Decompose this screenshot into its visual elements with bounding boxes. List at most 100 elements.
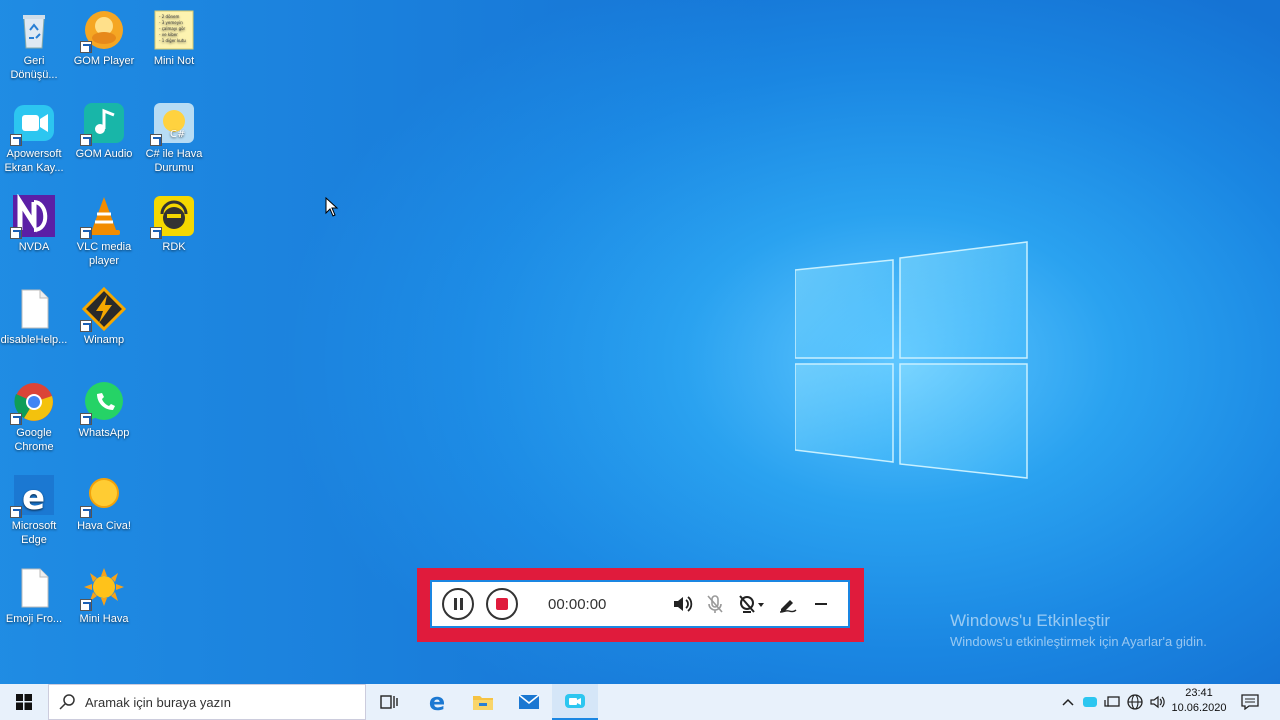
desktop-icon-vlc[interactable]: VLC media player <box>70 194 138 268</box>
icon-label: Hava Civa! <box>77 520 131 532</box>
pause-button[interactable] <box>442 588 474 620</box>
tray-language-button[interactable] <box>1124 684 1146 720</box>
task-view-button[interactable] <box>366 684 412 720</box>
webcam-button[interactable] <box>738 594 766 620</box>
windows-start-icon <box>16 694 32 710</box>
icon-label: RDK <box>162 241 186 253</box>
edge-icon: e <box>10 473 56 518</box>
desktop-icon-microsoft-edge[interactable]: e Microsoft Edge <box>0 473 68 547</box>
weather-app-icon: C# <box>150 101 196 146</box>
tray-recorder-button[interactable] <box>1080 684 1100 720</box>
icon-label: Google Chrome <box>14 427 54 453</box>
task-view-icon <box>380 695 398 709</box>
desktop-icon-whatsapp[interactable]: WhatsApp <box>70 380 138 440</box>
icon-label: disableHelp... <box>0 334 68 346</box>
stop-button[interactable] <box>486 588 518 620</box>
file-icon <box>12 566 56 610</box>
svg-text:- ve kiber: - ve kiber <box>159 32 178 37</box>
edge-icon: e <box>428 688 446 716</box>
shortcut-arrow-icon <box>80 599 92 611</box>
shortcut-arrow-icon <box>80 41 92 53</box>
taskbar-edge-button[interactable]: e <box>414 684 460 720</box>
icon-label: GOM Player <box>73 55 135 67</box>
shortcut-arrow-icon <box>150 134 162 146</box>
desktop-icon-gom-player[interactable]: GOM Player <box>70 8 138 68</box>
screen-recorder-icon <box>10 101 56 146</box>
desktop-icon-winamp[interactable]: Winamp <box>70 287 138 347</box>
show-hidden-icons-button[interactable] <box>1058 684 1078 720</box>
icon-label: C# ile Hava Durumu <box>145 148 203 174</box>
windows-logo-wallpaper <box>794 240 1030 480</box>
shortcut-arrow-icon <box>150 227 162 239</box>
icon-label: WhatsApp <box>78 427 130 439</box>
icon-label: Winamp <box>83 334 125 346</box>
shortcut-arrow-icon <box>80 134 92 146</box>
sun-rays-icon <box>80 566 126 611</box>
microphone-muted-icon <box>707 595 723 613</box>
tablet-mode-icon <box>1104 696 1120 707</box>
svg-text:- 1 diğer kutu: - 1 diğer kutu <box>159 38 186 43</box>
chevron-up-icon <box>1062 698 1074 706</box>
desktop-icon-gom-audio[interactable]: GOM Audio <box>70 101 138 161</box>
desktop-icon-recycle-bin[interactable]: Geri Dönüşü... <box>0 8 68 82</box>
svg-text:C#: C# <box>170 129 185 140</box>
icon-label: NVDA <box>18 241 50 253</box>
taskbar-search-box[interactable]: Aramak için buraya yazın <box>48 684 366 720</box>
annotate-button[interactable] <box>778 594 798 620</box>
taskbar: Aramak için buraya yazın e 23:41 10.06.2… <box>0 684 1280 720</box>
shortcut-arrow-icon <box>10 506 22 518</box>
webcam-off-icon <box>739 595 764 613</box>
recycle-bin-icon <box>12 8 56 52</box>
taskbar-mail-button[interactable] <box>506 684 552 720</box>
desktop-icon-google-chrome[interactable]: Google Chrome <box>0 380 68 454</box>
desktop-icon-disablehelp[interactable]: disableHelp... <box>0 287 68 347</box>
desktop-icon-apowersoft[interactable]: Apowersoft Ekran Kay... <box>0 101 68 175</box>
file-icon <box>12 287 56 331</box>
gom-player-icon <box>80 8 126 53</box>
vlc-cone-icon <box>80 194 126 239</box>
folder-icon <box>473 696 493 710</box>
activation-subtitle: Windows'u etkinleştirmek için Ayarlar'a … <box>950 634 1207 649</box>
action-center-button[interactable] <box>1236 684 1264 720</box>
clock-date: 10.06.2020 <box>1171 702 1227 714</box>
rdk-radio-icon <box>150 194 196 239</box>
minimize-button[interactable] <box>814 594 828 620</box>
globe-icon <box>1127 694 1143 710</box>
shortcut-arrow-icon <box>80 506 92 518</box>
screen-recorder-icon <box>565 694 585 708</box>
recording-timer: 00:00:00 <box>548 596 607 613</box>
svg-text:e: e <box>22 478 45 517</box>
mouse-cursor-icon <box>325 196 339 222</box>
shortcut-arrow-icon <box>80 413 92 425</box>
recorder-toolbar: 00:00:00 <box>430 580 850 628</box>
mail-icon <box>518 694 540 709</box>
screen-recorder-icon <box>1083 697 1097 707</box>
microphone-button[interactable] <box>706 594 724 620</box>
svg-text:- 2 dönem: - 2 dönem <box>159 14 180 19</box>
desktop-icon-nvda[interactable]: NVDA <box>0 194 68 254</box>
icon-label: Mini Not <box>153 55 195 67</box>
winamp-bolt-icon <box>80 287 126 332</box>
search-placeholder: Aramak için buraya yazın <box>85 694 231 710</box>
speaker-button[interactable] <box>672 594 694 620</box>
desktop-icon-hava-civa[interactable]: Hava Civa! <box>70 473 138 533</box>
desktop-icon-csharp-weather[interactable]: C# C# ile Hava Durumu <box>140 101 208 175</box>
gom-audio-icon <box>80 101 126 146</box>
pen-icon <box>779 600 797 613</box>
tray-network-status-button[interactable] <box>1101 684 1123 720</box>
clock-time: 23:41 <box>1185 687 1213 699</box>
start-button[interactable] <box>0 684 48 720</box>
desktop-icon-mini-hava[interactable]: Mini Hava <box>70 566 138 626</box>
icon-label: Emoji Fro... <box>5 613 63 625</box>
taskbar-file-explorer-button[interactable] <box>460 684 506 720</box>
desktop-icon-emoji[interactable]: Emoji Fro... <box>0 566 68 626</box>
taskbar-recorder-button[interactable] <box>552 684 598 720</box>
icon-label: GOM Audio <box>75 148 133 160</box>
desktop-icon-rdk[interactable]: RDK <box>140 194 208 254</box>
taskbar-clock[interactable]: 23:41 10.06.2020 <box>1166 686 1232 716</box>
search-icon <box>59 694 75 710</box>
icon-label: Microsoft Edge <box>11 520 57 546</box>
nvda-icon <box>10 194 56 239</box>
desktop-icon-mini-not[interactable]: - 2 dönem - 3 yemeyin - çalmayı gör - ve… <box>140 8 208 68</box>
notifications-icon <box>1241 694 1259 710</box>
